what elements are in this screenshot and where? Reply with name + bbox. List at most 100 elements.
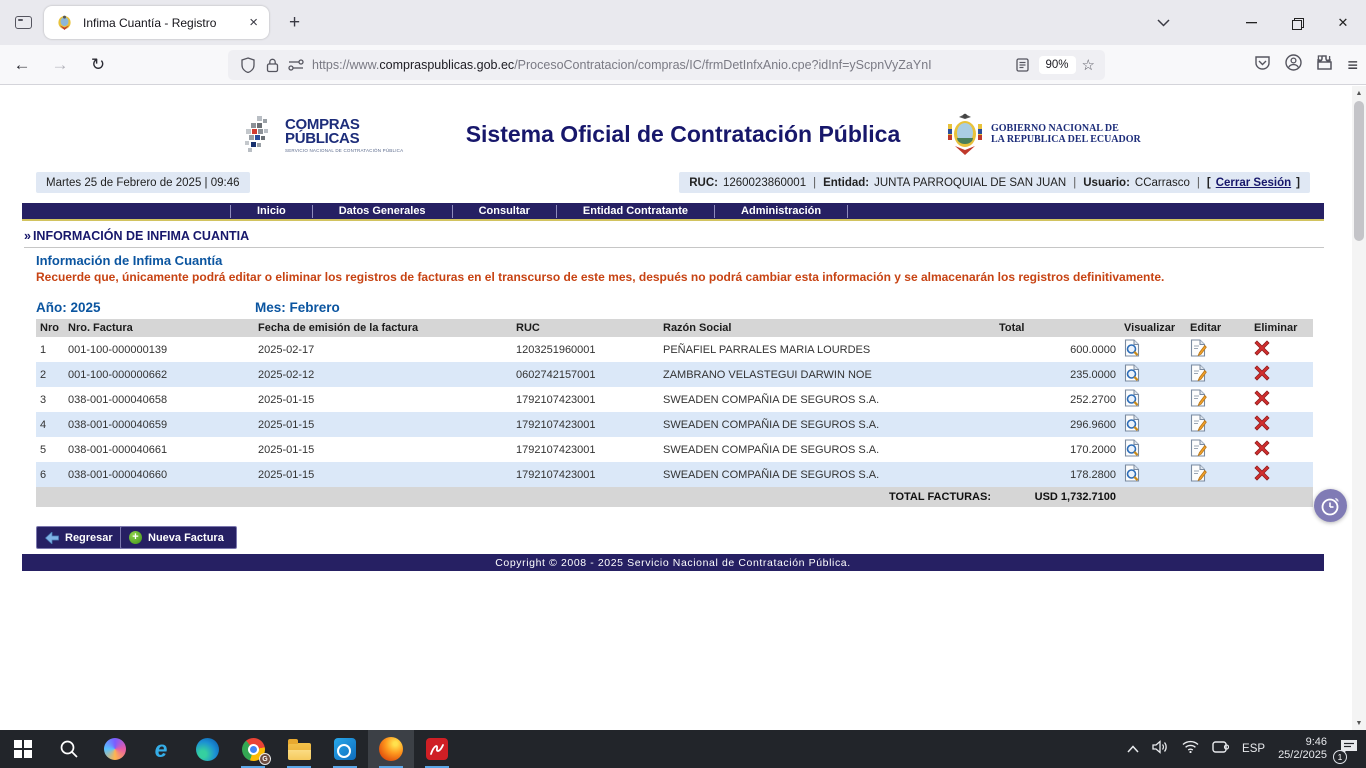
system-tray: ESP 9:46 25/2/2025 1 — [1127, 730, 1358, 768]
windows-taskbar: e G ESP — [0, 730, 1366, 768]
col-ruc: RUC — [512, 319, 659, 337]
wifi-icon[interactable] — [1182, 740, 1199, 758]
editar-icon[interactable] — [1190, 348, 1207, 360]
cell-fecha: 2025-01-15 — [254, 412, 512, 437]
editar-icon[interactable] — [1190, 448, 1207, 460]
nav-item-consultar[interactable]: Consultar — [452, 205, 556, 218]
plus-circle-icon: + — [129, 531, 142, 544]
cell-eliminar — [1250, 437, 1313, 462]
account-icon[interactable] — [1285, 54, 1302, 76]
section-title: Información de Infima Cuantía — [36, 253, 222, 268]
nav-item-administracion[interactable]: Administración — [714, 205, 848, 218]
eliminar-icon[interactable] — [1254, 372, 1270, 384]
visualizar-icon[interactable] — [1124, 348, 1141, 360]
reload-button[interactable]: ↻ — [82, 50, 114, 80]
start-button[interactable] — [0, 730, 46, 768]
visualizar-icon[interactable] — [1124, 373, 1141, 385]
editar-icon[interactable] — [1190, 398, 1207, 410]
list-all-tabs-icon[interactable] — [1157, 14, 1170, 32]
regresar-button[interactable]: Regresar — [36, 526, 126, 549]
nueva-factura-button[interactable]: + Nueva Factura — [120, 526, 237, 549]
nav-item-inicio[interactable]: Inicio — [230, 205, 312, 218]
action-center-button[interactable]: 1 — [1340, 739, 1358, 760]
taskbar-acrobat-button[interactable] — [414, 730, 460, 768]
taskbar-outlook-button[interactable] — [322, 730, 368, 768]
language-indicator[interactable]: ESP — [1242, 743, 1265, 755]
editar-icon[interactable] — [1190, 373, 1207, 385]
cell-ruc: 1792107423001 — [512, 387, 659, 412]
visualizar-icon[interactable] — [1124, 398, 1141, 410]
col-factura: Nro. Factura — [64, 319, 254, 337]
cell-nro: 2 — [36, 362, 64, 387]
window-restore-button[interactable] — [1274, 0, 1320, 45]
cell-nro: 1 — [36, 337, 64, 362]
internet-explorer-icon: e — [155, 738, 168, 761]
back-button[interactable]: ← — [6, 50, 38, 80]
eliminar-icon[interactable] — [1254, 397, 1270, 409]
timer-extension-widget[interactable] — [1314, 489, 1347, 522]
visualizar-icon[interactable] — [1124, 423, 1141, 435]
nav-item-entidad-contratante[interactable]: Entidad Contratante — [556, 205, 714, 218]
tray-chevron-icon[interactable] — [1127, 740, 1139, 758]
cell-factura: 001-100-000000139 — [64, 337, 254, 362]
taskbar-firefox-button[interactable] — [368, 730, 414, 768]
lock-icon[interactable] — [260, 53, 284, 77]
user-value: CCarrasco — [1135, 177, 1190, 189]
firefox-icon — [379, 737, 403, 761]
firefox-view-icon[interactable] — [8, 10, 38, 36]
logo-tagline: SERVICIO NACIONAL DE CONTRATACIÓN PÚBLIC… — [285, 148, 403, 153]
tab-close-icon[interactable]: × — [246, 15, 261, 30]
cell-eliminar — [1250, 462, 1313, 487]
cell-total: 178.2800 — [995, 462, 1120, 487]
site-permissions-icon[interactable] — [284, 53, 308, 77]
cell-nro: 4 — [36, 412, 64, 437]
pocket-icon[interactable] — [1254, 55, 1271, 76]
tracking-shield-icon[interactable] — [236, 53, 260, 77]
scrollbar-thumb[interactable] — [1354, 101, 1364, 241]
editar-icon[interactable] — [1190, 423, 1207, 435]
taskbar-ie-button[interactable]: e — [138, 730, 184, 768]
reader-mode-icon[interactable] — [1011, 53, 1035, 77]
logout-link[interactable]: Cerrar Sesión — [1216, 177, 1291, 189]
col-editar: Editar — [1186, 319, 1250, 337]
eliminar-icon[interactable] — [1254, 347, 1270, 359]
app-menu-icon[interactable]: ≡ — [1347, 55, 1358, 76]
col-visualizar: Visualizar — [1120, 319, 1186, 337]
cell-ruc: 0602742157001 — [512, 362, 659, 387]
zoom-level-button[interactable]: 90% — [1039, 56, 1076, 74]
bookmark-star-icon[interactable]: ☆ — [1082, 56, 1095, 74]
cell-eliminar — [1250, 412, 1313, 437]
meet-now-icon[interactable] — [1212, 740, 1229, 759]
cell-ruc: 1792107423001 — [512, 437, 659, 462]
page-scrollbar[interactable]: ▲ ▼ — [1352, 86, 1366, 730]
visualizar-icon[interactable] — [1124, 473, 1141, 485]
visualizar-icon[interactable] — [1124, 448, 1141, 460]
taskbar-chrome-button[interactable]: G — [230, 730, 276, 768]
extensions-puzzle-icon[interactable] — [1316, 54, 1333, 76]
breadcrumb: »INFORMACIÓN DE INFIMA CUANTIA — [24, 229, 1324, 248]
taskbar-edge-button[interactable] — [184, 730, 230, 768]
scroll-down-icon[interactable]: ▼ — [1352, 716, 1366, 730]
window-close-button[interactable]: ✕ — [1320, 0, 1366, 45]
taskbar-file-explorer-button[interactable] — [276, 730, 322, 768]
copilot-icon — [104, 738, 126, 760]
browser-tab[interactable]: Infima Cuantía - Registro × — [44, 6, 269, 39]
eliminar-icon[interactable] — [1254, 422, 1270, 434]
eliminar-icon[interactable] — [1254, 447, 1270, 459]
cell-razon: SWEADEN COMPAÑIA DE SEGUROS S.A. — [659, 462, 995, 487]
taskbar-clock[interactable]: 9:46 25/2/2025 — [1278, 736, 1327, 762]
window-minimize-button[interactable] — [1228, 0, 1274, 45]
volume-icon[interactable] — [1152, 740, 1169, 759]
url-bar[interactable]: https://www.compraspublicas.gob.ec/Proce… — [228, 50, 1105, 80]
screen: Infima Cuantía - Registro × + ✕ ← → ↻ — [0, 0, 1366, 768]
taskbar-search-button[interactable] — [46, 730, 92, 768]
nav-item-datos-generales[interactable]: Datos Generales — [312, 205, 452, 218]
main-navigation: Inicio Datos Generales Consultar Entidad… — [22, 203, 1324, 221]
eliminar-icon[interactable] — [1254, 472, 1270, 484]
editar-icon[interactable] — [1190, 473, 1207, 485]
browser-toolbar: ← → ↻ https://www.compraspublicas.gob.ec… — [0, 45, 1366, 85]
taskbar-copilot-button[interactable] — [92, 730, 138, 768]
cell-nro: 5 — [36, 437, 64, 462]
new-tab-button[interactable]: + — [283, 13, 306, 32]
scroll-up-icon[interactable]: ▲ — [1352, 86, 1366, 100]
